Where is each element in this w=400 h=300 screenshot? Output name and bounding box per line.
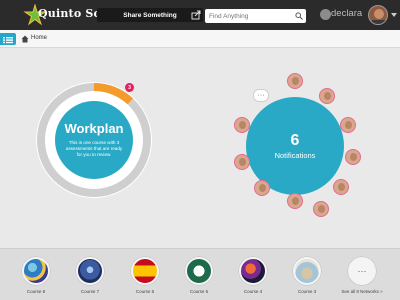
notification-avatar[interactable] (319, 88, 335, 104)
dashboard-main: Workplan This is one course with 3 asses… (0, 48, 400, 248)
menu-icon (3, 37, 13, 44)
course-label: Course 7 (80, 289, 100, 294)
breadcrumb: Home (0, 30, 400, 48)
breadcrumb-home[interactable]: Home (31, 35, 47, 41)
course-label: Course 5 (189, 289, 209, 294)
course-label: Course 3 (297, 289, 317, 294)
share-label: Share Something (123, 11, 177, 19)
course-label: Course 6 (135, 289, 155, 294)
course-thumbnail (76, 257, 104, 285)
menu-toggle-button[interactable] (0, 33, 16, 45)
workplan-count-badge: 3 (125, 83, 134, 92)
app-name[interactable]: Quinto Sol (38, 7, 105, 20)
more-dots: ··· (357, 265, 367, 276)
notification-avatar[interactable] (333, 179, 349, 195)
avatar-face-icon (369, 6, 387, 24)
workplan-description: This is one course with 3 assessments th… (65, 139, 123, 157)
brand-name: declara (331, 8, 363, 19)
notification-avatar[interactable] (287, 73, 303, 89)
notification-avatar[interactable] (234, 117, 250, 133)
notification-avatar[interactable] (313, 201, 329, 217)
notifications-label: Notifications (274, 150, 316, 160)
course-thumbnail (293, 257, 321, 285)
course-dock: Course 8 Course 7 Course 6 Course 5 Cour… (0, 248, 400, 300)
notification-avatar[interactable] (287, 193, 303, 209)
notification-avatar[interactable] (340, 117, 356, 133)
see-all-label: See all 8 Networks » (341, 289, 383, 294)
home-icon[interactable] (21, 35, 29, 43)
course-label: Course 8 (26, 289, 46, 294)
search-input[interactable] (209, 12, 291, 20)
share-icon[interactable] (191, 10, 201, 20)
chevron-down-icon[interactable] (391, 13, 397, 17)
workplan-title: Workplan (64, 120, 124, 136)
course-thumbnail (185, 257, 213, 285)
workplan-card[interactable]: Workplan This is one course with 3 asses… (55, 101, 133, 179)
notification-avatar[interactable] (345, 149, 361, 165)
more-notifications-button[interactable]: ··· (253, 89, 269, 102)
more-icon: ··· (348, 257, 376, 285)
notification-avatar[interactable] (234, 154, 250, 170)
search-field[interactable] (205, 9, 306, 23)
share-something-button[interactable]: Share Something (97, 8, 203, 22)
notification-avatar[interactable] (254, 180, 270, 196)
course-label: Course 4 (243, 289, 263, 294)
course-thumbnail (22, 257, 50, 285)
top-bar: Quinto Sol Share Something declara (0, 0, 400, 30)
brand-logo-icon (320, 9, 331, 20)
user-avatar[interactable] (368, 5, 388, 25)
notifications-count: 6 (290, 131, 300, 149)
course-thumbnail (131, 257, 159, 285)
course-thumbnail (239, 257, 267, 285)
search-icon[interactable] (295, 12, 303, 20)
